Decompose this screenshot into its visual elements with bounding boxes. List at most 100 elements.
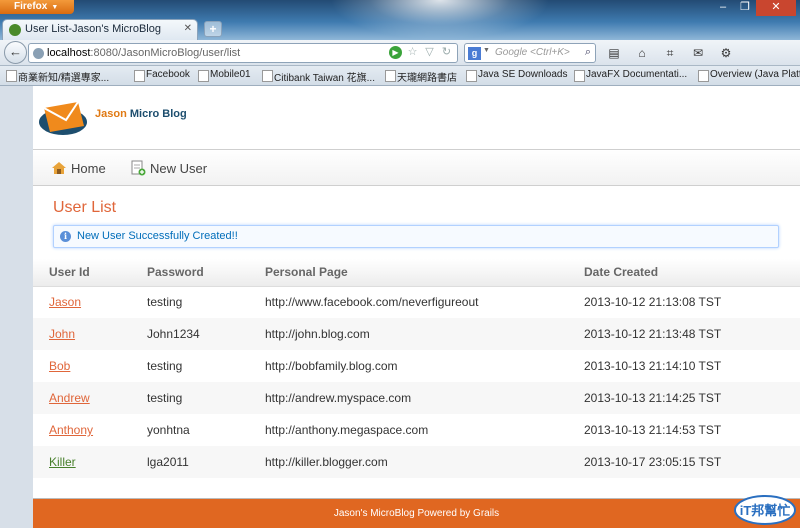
search-bar[interactable]: g ▼ Google <Ctrl+K> ⌕ [464,43,596,63]
cell-date-created: 2013-10-13 21:14:53 TST [568,414,800,446]
browser-tab-active[interactable]: User List-Jason's MicroBlog ✕ [2,19,198,40]
cell-password: yonhtna [131,414,249,446]
status-message: i New User Successfully Created!! [53,225,779,248]
caret-down-icon: ▼ [51,4,59,11]
web-page: Jason Micro Blog Home New User User List [33,86,800,528]
cell-password: lga2011 [131,446,249,478]
user-link[interactable]: Bob [49,359,70,373]
cell-personal-page: http://bobfamily.blog.com [249,350,568,382]
close-window-icon[interactable]: ✕ [756,0,796,16]
table-row: Jason testing http://www.facebook.com/ne… [33,286,800,318]
cell-personal-page: http://andrew.myspace.com [249,382,568,414]
bookmarks-menu-icon[interactable]: ▤ [606,45,622,61]
house-icon [52,162,66,174]
nav-home[interactable]: Home [51,161,106,176]
site-footer: Jason's MicroBlog Powered by Grails [33,498,800,528]
cell-password: testing [131,286,249,318]
cell-user-id: Anthony [33,414,131,446]
addon-icon[interactable]: ⚙ [718,45,734,61]
cell-date-created: 2013-10-13 21:14:10 TST [568,350,800,382]
bookmark-item[interactable]: JavaFX Documentati... [574,69,687,82]
dropdown-icon[interactable]: ▽ [423,46,436,59]
user-link[interactable]: Andrew [49,391,90,405]
tab-title: User List-Jason's MicroBlog [25,23,161,35]
globe-icon [33,48,44,59]
table-row: John John1234 http://john.blog.com 2013-… [33,318,800,350]
bookmark-item[interactable]: 天瓏網路書店 [385,69,457,84]
toolbar-icons: ▤ ⌂ ⌗ ✉ ⚙ [606,45,734,61]
column-header-user-id[interactable]: User Id [33,259,131,287]
envelope-logo-icon [39,101,87,135]
new-document-icon [131,160,146,176]
star-icon[interactable]: ☆ [406,46,419,59]
close-tab-icon[interactable]: ✕ [184,23,192,34]
ithome-watermark-logo: iT邦幫忙 [734,495,796,525]
user-link[interactable]: Killer [49,455,76,469]
url-bar[interactable]: localhost:8080/JasonMicroBlog/user/list … [28,43,458,63]
mail-icon[interactable]: ✉ [690,45,706,61]
column-header-personal-page[interactable]: Personal Page [249,259,568,287]
cell-user-id: John [33,318,131,350]
user-table: User Id Password Personal Page Date Crea… [33,259,800,478]
bookmark-item[interactable]: Java SE Downloads [466,69,568,82]
cell-date-created: 2013-10-12 21:13:48 TST [568,318,800,350]
info-icon: i [60,231,71,242]
column-header-date-created[interactable]: Date Created [568,259,800,287]
bookmark-item[interactable]: Citibank Taiwan 花旗... [262,69,375,84]
url-host: localhost [47,47,91,59]
user-link[interactable]: Anthony [49,423,93,437]
window-controls: – ❐ ✕ [712,0,796,16]
logo-text-microblog: Micro Blog [126,108,187,120]
chevron-down-icon[interactable]: ▼ [483,47,490,54]
back-button[interactable]: ← [4,41,27,64]
minimize-icon[interactable]: – [712,0,734,16]
bookmark-item[interactable]: Overview (Java Platf... [698,69,800,82]
cell-personal-page: http://killer.blogger.com [249,446,568,478]
table-row: Andrew testing http://andrew.myspace.com… [33,382,800,414]
nav-new-user[interactable]: New User [130,160,207,176]
cell-user-id: Bob [33,350,131,382]
crop-icon[interactable]: ⌗ [662,45,678,61]
table-row: Killer lga2011 http://killer.blogger.com… [33,446,800,478]
navigation-toolbar: ← localhost:8080/JasonMicroBlog/user/lis… [0,40,800,66]
user-link[interactable]: John [49,327,75,341]
cell-date-created: 2013-10-17 23:05:15 TST [568,446,800,478]
tab-favicon-icon [9,24,21,36]
bookmark-item[interactable]: 商業新知/精選專家... [6,69,109,84]
cell-password: testing [131,350,249,382]
table-row: Anthony yonhtna http://anthony.megaspace… [33,414,800,446]
column-header-password[interactable]: Password [131,259,249,287]
home-browser-icon[interactable]: ⌂ [634,45,650,61]
logo-text-jason: Jason [95,108,127,120]
status-message-text: New User Successfully Created!! [77,230,238,242]
site-logo-text[interactable]: Jason Micro Blog [95,108,187,120]
bookmarks-toolbar: 商業新知/精選專家... Facebook Mobile01 Citibank … [0,66,800,86]
search-placeholder: Google <Ctrl+K> [495,47,570,58]
cell-date-created: 2013-10-13 21:14:25 TST [568,382,800,414]
cell-password: testing [131,382,249,414]
firefox-menu-button[interactable]: Firefox ▼ [0,0,74,14]
cell-user-id: Jason [33,286,131,318]
bookmark-item[interactable]: Facebook [134,69,190,82]
reload-icon[interactable]: ↻ [440,46,453,59]
cell-user-id: Killer [33,446,131,478]
site-nav: Home New User [33,149,800,186]
page-title: User List [53,199,117,216]
cell-password: John1234 [131,318,249,350]
table-header-row: User Id Password Personal Page Date Crea… [33,259,800,287]
search-icon[interactable]: ⌕ [585,46,591,59]
cell-personal-page: http://john.blog.com [249,318,568,350]
go-icon[interactable]: ▶ [389,46,402,59]
cell-user-id: Andrew [33,382,131,414]
cell-personal-page: http://anthony.megaspace.com [249,414,568,446]
bookmark-item[interactable]: Mobile01 [198,69,251,82]
user-link[interactable]: Jason [49,295,81,309]
google-icon: g [468,47,481,60]
nav-home-label: Home [71,161,106,176]
maximize-icon[interactable]: ❐ [734,0,756,16]
new-tab-button[interactable]: + [204,21,222,37]
watermark-text: iT邦幫忙 [740,503,791,518]
table-row: Bob testing http://bobfamily.blog.com 20… [33,350,800,382]
site-header: Jason Micro Blog [33,86,800,148]
cell-personal-page: http://www.facebook.com/neverfigureout [249,286,568,318]
